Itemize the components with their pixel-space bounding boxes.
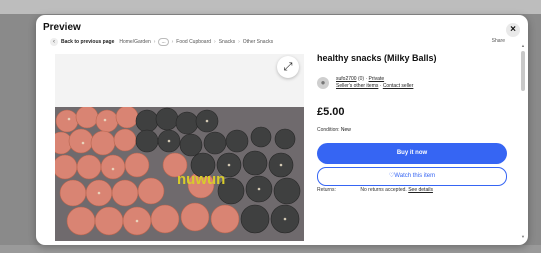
contact-seller-link[interactable]: Contact seller: [383, 83, 414, 89]
listing-details: healthy snacks (Milky Balls) ● sufo2700 …: [317, 15, 507, 245]
scroll-thumb[interactable]: [521, 51, 525, 91]
listing-title: healthy snacks (Milky Balls): [317, 53, 437, 63]
seller-info: sufo2700 (0) · Private: [336, 76, 385, 82]
product-photo[interactable]: nuwun: [55, 107, 304, 241]
seller-avatar-icon[interactable]: ●: [317, 77, 329, 89]
watch-item-button[interactable]: ♡Watch this item: [317, 167, 507, 186]
breadcrumb-item-other-snacks[interactable]: Other Snacks: [243, 39, 273, 45]
breadcrumb-item-food-cupboard[interactable]: Food Cupboard: [176, 39, 211, 45]
chevron-right-icon: ›: [153, 39, 156, 45]
breadcrumb: ‹ Back to previous page Home/Garden › ..…: [50, 38, 273, 46]
page-footer-backdrop: [0, 245, 541, 253]
buy-it-now-button[interactable]: Buy it now: [317, 143, 507, 164]
chevron-right-icon: ›: [171, 39, 174, 45]
private-seller-link[interactable]: Private: [369, 76, 385, 82]
scroll-down-arrow-icon[interactable]: ▼: [521, 234, 525, 239]
condition-row: Condition: New: [317, 127, 351, 133]
breadcrumb-item-home-garden[interactable]: Home/Garden: [119, 39, 150, 45]
returns-row: Returns: No returns accepted. See detail…: [317, 187, 433, 193]
seller-links: Seller's other items · Contact seller: [336, 83, 414, 89]
scroll-up-arrow-icon[interactable]: ▲: [521, 43, 525, 48]
expand-icon[interactable]: ⤢: [277, 56, 299, 78]
breadcrumb-ellipsis[interactable]: ...: [158, 38, 169, 46]
close-button[interactable]: ×: [506, 23, 520, 37]
seller-name-link[interactable]: sufo2700: [336, 76, 357, 82]
page-header-backdrop: [0, 0, 541, 14]
returns-label: Returns:: [317, 187, 336, 193]
listing-price: £5.00: [317, 106, 345, 118]
breadcrumb-item-snacks[interactable]: Snacks: [219, 39, 235, 45]
back-arrow-icon[interactable]: ‹: [50, 38, 58, 46]
returns-see-details-link[interactable]: See details: [408, 187, 433, 193]
modal-title: Preview: [43, 22, 81, 33]
condition-label: Condition:: [317, 127, 340, 133]
sellers-other-items-link[interactable]: Seller's other items: [336, 83, 378, 89]
chevron-right-icon: ›: [214, 39, 216, 45]
photo-watermark: nuwun: [177, 171, 225, 188]
back-to-previous-link[interactable]: Back to previous page: [61, 39, 114, 45]
preview-modal: Preview × ‹ Back to previous page Home/G…: [36, 15, 528, 245]
returns-text: No returns accepted.: [360, 187, 407, 193]
seller-rating: (0): [357, 76, 365, 82]
condition-value: New: [340, 127, 351, 133]
modal-scrollbar[interactable]: ▲ ▼: [521, 43, 525, 239]
chevron-right-icon: ›: [238, 39, 240, 45]
